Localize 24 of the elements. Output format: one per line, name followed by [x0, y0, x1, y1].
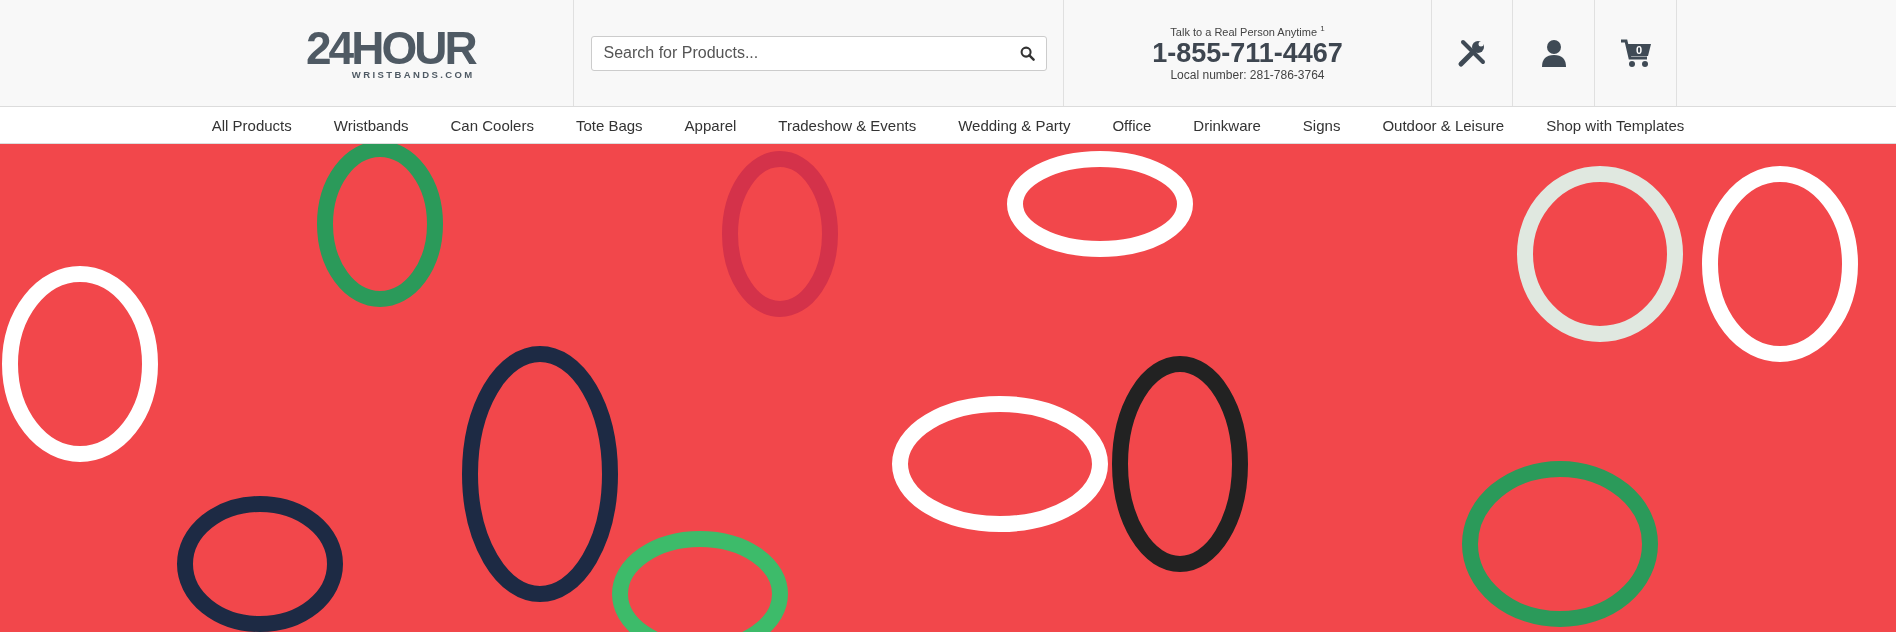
- tools-icon: [1457, 38, 1487, 68]
- nav-link[interactable]: Wristbands: [333, 116, 409, 134]
- user-icon: [1540, 39, 1567, 67]
- account-button[interactable]: [1540, 39, 1567, 67]
- nav-link[interactable]: Drinkware: [1193, 116, 1261, 134]
- nav-link[interactable]: Can Coolers: [450, 116, 534, 134]
- contact-tagline: Talk to a Real Person Anytime $^{1}$: [1170, 24, 1325, 38]
- search-field[interactable]: Search for Products...: [590, 35, 1047, 71]
- nav-link[interactable]: All Products: [211, 116, 292, 134]
- nav-link[interactable]: Outdoor & Leisure: [1382, 116, 1505, 134]
- logo[interactable]: 24HOUR WRISTBANDS.COM: [306, 26, 475, 80]
- phone-number: 1-855-711-4467: [1152, 37, 1343, 68]
- local-number: Local number: 281-786-3764: [1170, 67, 1325, 82]
- cart-count: 0: [1635, 44, 1642, 56]
- nav-link[interactable]: Tradeshow & Events: [778, 116, 917, 134]
- cart-button[interactable]: 0: [1619, 38, 1652, 68]
- nav-link[interactable]: Wedding & Party: [958, 116, 1071, 134]
- nav-link[interactable]: Signs: [1302, 116, 1341, 134]
- nav-link[interactable]: Office: [1112, 116, 1152, 134]
- nav-link[interactable]: Shop with Templates: [1546, 116, 1685, 134]
- nav-link[interactable]: Tote Bags: [575, 116, 643, 134]
- search-icon[interactable]: [1019, 45, 1035, 61]
- nav-link[interactable]: Apparel: [684, 116, 737, 134]
- tools-button[interactable]: [1457, 38, 1487, 68]
